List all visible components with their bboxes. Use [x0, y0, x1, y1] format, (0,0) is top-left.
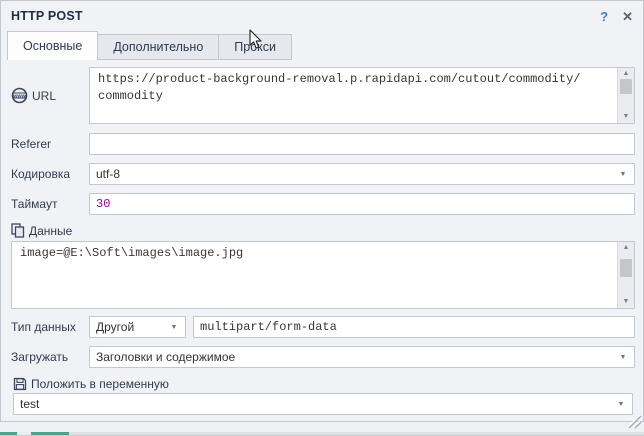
scroll-down-icon[interactable]: ▼	[623, 297, 630, 307]
dropdown-arrow-icon: ▼	[616, 171, 630, 178]
data-section-label: Данные	[11, 223, 635, 238]
data-textarea[interactable]: image=@E:\Soft\images\image.jpg ▲ ▼	[11, 241, 635, 309]
url-value: https://product-background-removal.p.rap…	[90, 68, 617, 123]
dropdown-arrow-icon: ▼	[167, 324, 181, 331]
tab-advanced-label: Дополнительно	[113, 40, 203, 54]
dropdown-arrow-icon: ▼	[614, 401, 628, 408]
data-scrollbar[interactable]: ▲ ▼	[617, 242, 634, 308]
load-row: Загружать Заголовки и содержимое ▼	[9, 346, 635, 368]
store-variable-combobox[interactable]: test ▼	[13, 393, 633, 415]
url-scrollbar[interactable]: ▲ ▼	[617, 68, 634, 123]
tab-basic[interactable]: Основные	[7, 31, 98, 60]
tab-proxy-label: Прокси	[234, 40, 276, 54]
scrollbar-thumb[interactable]	[620, 259, 632, 277]
url-label-text: URL	[32, 89, 56, 103]
tab-proxy[interactable]: Прокси	[218, 34, 292, 60]
timeout-label: Таймаут	[9, 197, 89, 211]
load-value: Заголовки и содержимое	[96, 350, 616, 364]
data-value: image=@E:\Soft\images\image.jpg	[12, 242, 617, 308]
help-button[interactable]: ?	[600, 10, 608, 23]
load-label: Загружать	[9, 350, 89, 364]
tab-basic-label: Основные	[23, 39, 82, 53]
referer-row: Referer	[9, 133, 635, 155]
encoding-value: utf-8	[96, 167, 616, 181]
content-type-input[interactable]	[193, 316, 635, 338]
copy-pages-icon	[11, 223, 25, 238]
tab-bar: Основные Дополнительно Прокси	[1, 29, 643, 60]
http-post-dialog: HTTP POST ? ✕ Основные Дополнительно Про…	[0, 0, 644, 422]
data-type-row: Тип данных Другой ▼	[9, 316, 635, 338]
store-variable-value: test	[20, 397, 614, 411]
store-label-text: Положить в переменную	[31, 377, 169, 391]
encoding-combobox[interactable]: utf-8 ▼	[89, 163, 635, 185]
window-title: HTTP POST	[11, 9, 586, 23]
resize-grip[interactable]	[624, 412, 642, 429]
close-button[interactable]: ✕	[622, 10, 633, 23]
url-row: www URL https://product-background-remov…	[9, 67, 635, 124]
scrollbar-thumb[interactable]	[620, 79, 632, 94]
scroll-up-icon[interactable]: ▲	[623, 69, 630, 79]
scroll-up-icon[interactable]: ▲	[623, 243, 630, 253]
svg-text:www: www	[12, 94, 27, 100]
data-type-label: Тип данных	[9, 320, 89, 334]
store-section-label: Положить в переменную	[13, 377, 635, 391]
timeout-row: Таймаут	[9, 193, 635, 215]
url-textarea[interactable]: https://product-background-removal.p.rap…	[89, 67, 635, 124]
data-type-combobox[interactable]: Другой ▼	[89, 316, 186, 338]
globe-www-icon: www	[11, 87, 28, 104]
data-label-text: Данные	[29, 224, 72, 238]
encoding-row: Кодировка utf-8 ▼	[9, 163, 635, 185]
tab-advanced[interactable]: Дополнительно	[97, 34, 219, 60]
url-label: www URL	[9, 87, 89, 104]
load-combobox[interactable]: Заголовки и содержимое ▼	[89, 346, 635, 368]
floppy-save-icon	[13, 377, 27, 391]
dropdown-arrow-icon: ▼	[616, 354, 630, 361]
encoding-label: Кодировка	[9, 167, 89, 181]
referer-input[interactable]	[89, 133, 635, 155]
title-bar: HTTP POST ? ✕	[1, 1, 643, 29]
timeout-input[interactable]	[89, 193, 635, 215]
data-type-value: Другой	[96, 320, 167, 334]
scroll-down-icon[interactable]: ▼	[623, 112, 630, 122]
referer-label: Referer	[9, 137, 89, 151]
